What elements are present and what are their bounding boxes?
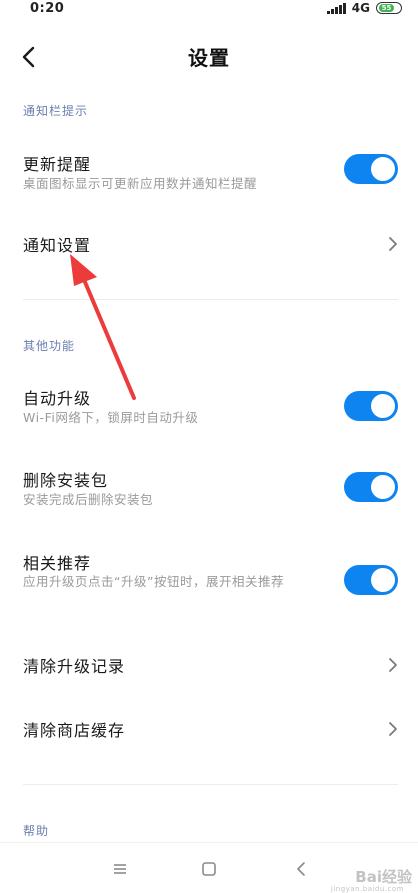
setting-update-reminder[interactable]: 更新提醒 桌面图标显示可更新应用数并通知栏提醒: [0, 140, 418, 202]
setting-notification-settings-title: 通知设置: [23, 236, 92, 255]
chevron-right-icon: [389, 658, 397, 672]
chevron-right-icon: [389, 237, 397, 251]
network-type: 4G: [351, 1, 370, 15]
battery-icon: 55: [376, 2, 402, 14]
setting-related-recommend[interactable]: 相关推荐 应用升级页点击“升级”按钮时，展开相关推荐: [0, 540, 418, 620]
watermark-url: jingyan.baidu.com: [330, 885, 404, 893]
setting-update-reminder-title: 更新提醒: [23, 155, 92, 174]
setting-clear-upgrade-records-title: 清除升级记录: [23, 657, 126, 676]
chevron-right-icon: [389, 722, 397, 736]
status-time: 0:20: [30, 1, 65, 16]
setting-delete-package[interactable]: 删除安装包 安装完成后删除安装包: [0, 457, 418, 517]
delete-package-toggle[interactable]: [344, 472, 398, 502]
setting-related-recommend-subtitle: 应用升级页点击“升级”按钮时，展开相关推荐: [23, 574, 284, 589]
setting-delete-package-subtitle: 安装完成后删除安装包: [23, 492, 154, 507]
setting-auto-upgrade[interactable]: 自动升级 Wi-Fi网络下，锁屏时自动升级: [0, 375, 418, 437]
home-button[interactable]: [197, 857, 221, 881]
setting-auto-upgrade-subtitle: Wi-Fi网络下，锁屏时自动升级: [23, 410, 199, 425]
section-divider: [23, 299, 398, 300]
section-divider: [23, 784, 398, 785]
setting-clear-upgrade-records[interactable]: 清除升级记录: [0, 642, 418, 690]
toggle-knob: [371, 157, 395, 181]
nav-back-icon: [297, 862, 305, 876]
battery-level: 55: [379, 4, 394, 12]
toggle-knob: [371, 475, 395, 499]
auto-upgrade-toggle[interactable]: [344, 391, 398, 421]
signal-icon: [326, 2, 346, 14]
nav-back-button[interactable]: [290, 857, 314, 881]
setting-delete-package-title: 删除安装包: [23, 471, 109, 490]
section-header-notification: 通知栏提示: [23, 104, 89, 118]
watermark-logo: Bai经验: [355, 866, 412, 887]
app-header: 设置: [0, 36, 418, 78]
section-header-help: 帮助: [23, 824, 50, 838]
setting-clear-store-cache[interactable]: 清除商店缓存: [0, 706, 418, 754]
setting-update-reminder-subtitle: 桌面图标显示可更新应用数并通知栏提醒: [23, 176, 258, 191]
home-icon: [202, 862, 216, 876]
related-recommend-toggle[interactable]: [344, 565, 398, 595]
status-bar: 0:20 4G 55: [0, 0, 418, 18]
setting-clear-store-cache-title: 清除商店缓存: [23, 721, 126, 740]
menu-icon: [114, 864, 126, 874]
status-indicators: 4G 55: [326, 1, 402, 15]
setting-notification-settings[interactable]: 通知设置: [0, 220, 418, 268]
setting-auto-upgrade-title: 自动升级: [23, 389, 92, 408]
toggle-knob: [371, 568, 395, 592]
annotation-arrow: [70, 254, 136, 400]
setting-related-recommend-title: 相关推荐: [23, 554, 92, 573]
toggle-knob: [371, 394, 395, 418]
menu-button[interactable]: [108, 857, 132, 881]
update-reminder-toggle[interactable]: [344, 154, 398, 184]
page-title: 设置: [188, 46, 230, 70]
section-header-other: 其他功能: [23, 339, 76, 353]
watermark-text: Bai经验: [355, 868, 412, 886]
